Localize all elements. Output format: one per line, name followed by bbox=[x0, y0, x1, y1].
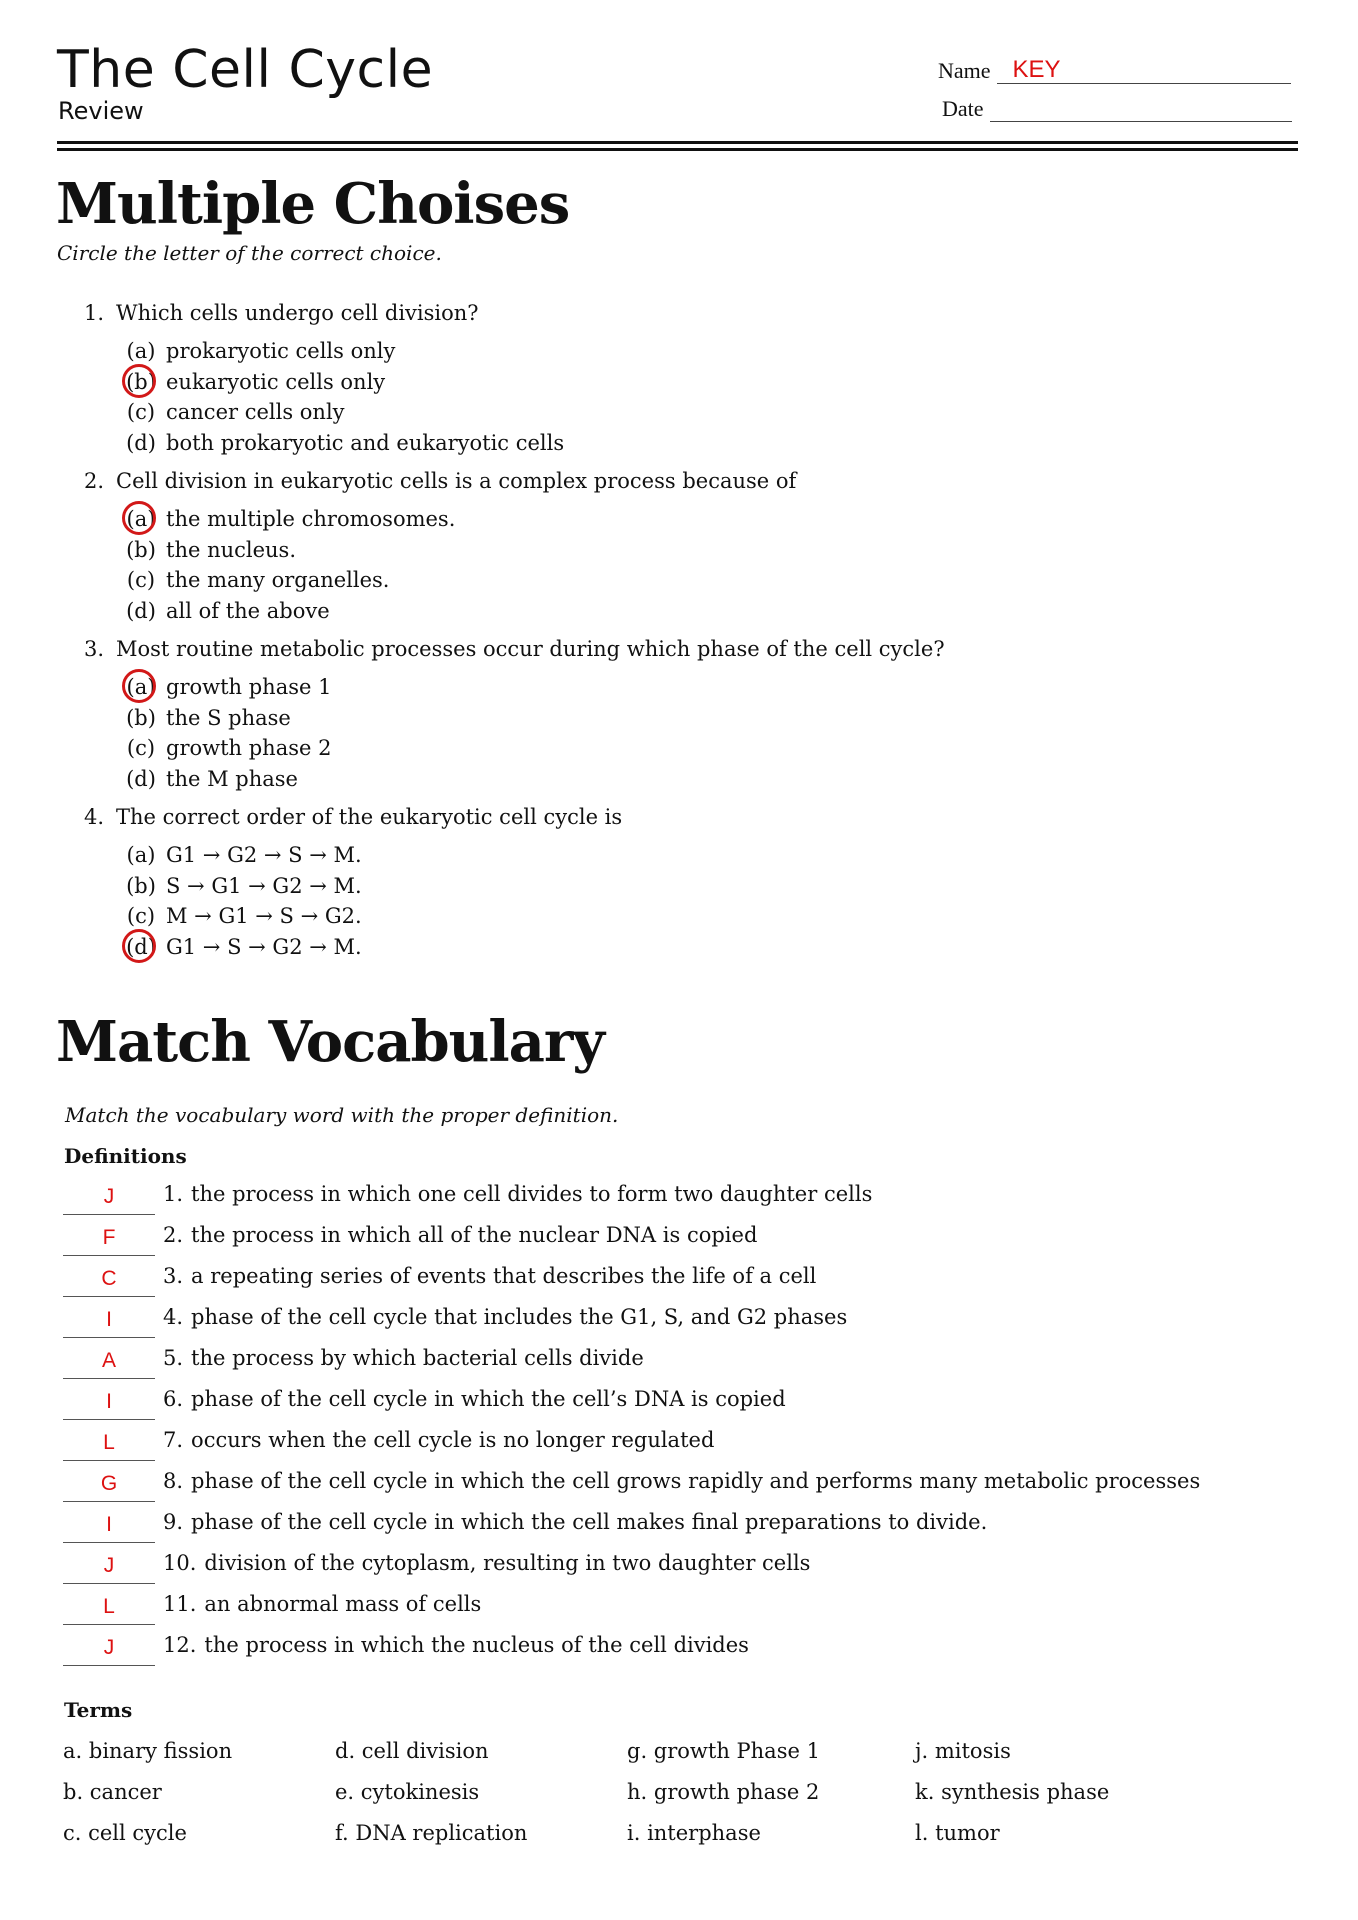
definition-row: L 11. an abnormal mass of cells bbox=[63, 1584, 1313, 1625]
term: i. interphase bbox=[627, 1821, 761, 1845]
name-field: Name KEY bbox=[938, 57, 1291, 84]
worksheet-title: The Cell Cycle bbox=[57, 40, 434, 100]
option-b[interactable]: (b) the nucleus. bbox=[122, 535, 1234, 566]
option-b[interactable]: (b) eukaryotic cells only bbox=[122, 363, 1234, 397]
date-input[interactable] bbox=[989, 99, 1292, 122]
answer-blank[interactable]: G bbox=[63, 1469, 155, 1502]
term: f. DNA replication bbox=[335, 1821, 528, 1845]
definitions-label: Definitions bbox=[64, 1144, 187, 1168]
question-text: 2. Cell division in eukaryotic cells is a… bbox=[84, 469, 797, 493]
option-d[interactable]: (d) both prokaryotic and eukaryotic cells bbox=[122, 428, 1234, 459]
question-3: 3. Most routine metabolic processes occur… bbox=[84, 634, 1234, 794]
definition-row: I 9. phase of the cell cycle in which the … bbox=[63, 1502, 1313, 1543]
term: e. cytokinesis bbox=[335, 1780, 480, 1804]
question-1: 1. Which cells undergo cell division? (a)… bbox=[84, 298, 1234, 458]
definition-row: C 3. a repeating series of events that des… bbox=[63, 1256, 1313, 1297]
answer-blank[interactable]: I bbox=[63, 1387, 155, 1420]
option-a[interactable]: (a) growth phase 1 bbox=[122, 669, 1234, 703]
definition-row: J 10. division of the cytoplasm, resulting… bbox=[63, 1543, 1313, 1584]
definition-row: I 6. phase of the cell cycle in which the … bbox=[63, 1379, 1313, 1420]
question-text: 3. Most routine metabolic processes occur… bbox=[84, 637, 945, 661]
definition-row: G 8. phase of the cell cycle in which the … bbox=[63, 1461, 1313, 1502]
option-a[interactable]: (a) the multiple chromosomes. bbox=[122, 501, 1234, 535]
name-label: Name bbox=[938, 58, 991, 83]
answer-blank[interactable]: J bbox=[63, 1182, 155, 1215]
term: k. synthesis phase bbox=[915, 1780, 1110, 1804]
definition-list: J 1. the process in which one cell divides… bbox=[63, 1174, 1313, 1666]
definition-row: A 5. the process by which bacterial cells … bbox=[63, 1338, 1313, 1379]
header-divider-top bbox=[57, 141, 1298, 144]
answer-blank[interactable]: L bbox=[63, 1428, 155, 1461]
question-text: 4. The correct order of the eukaryotic ce… bbox=[84, 805, 623, 829]
answer-blank[interactable]: J bbox=[63, 1633, 155, 1666]
definition-row: J 1. the process in which one cell divides… bbox=[63, 1174, 1313, 1215]
option-d[interactable]: (d) all of the above bbox=[122, 596, 1234, 627]
option-a[interactable]: (a) prokaryotic cells only bbox=[122, 336, 1234, 367]
date-label: Date bbox=[942, 96, 984, 121]
name-input[interactable]: KEY bbox=[996, 57, 1291, 84]
term: a. binary fission bbox=[63, 1739, 233, 1763]
answer-blank[interactable]: C bbox=[63, 1264, 155, 1297]
option-d[interactable]: (d) G1 → S → G2 → M. bbox=[122, 928, 1234, 962]
term: d. cell division bbox=[335, 1739, 489, 1763]
question-text: 1. Which cells undergo cell division? bbox=[84, 301, 479, 325]
question-2: 2. Cell division in eukaryotic cells is a… bbox=[84, 466, 1234, 626]
multiple-choice-heading: Multiple Choises bbox=[56, 171, 570, 237]
date-field: Date bbox=[942, 96, 1292, 122]
option-c[interactable]: (c) M → G1 → S → G2. bbox=[122, 901, 1234, 932]
option-b[interactable]: (b) the S phase bbox=[122, 703, 1234, 734]
option-a[interactable]: (a) G1 → G2 → S → M. bbox=[122, 840, 1234, 871]
term: g. growth Phase 1 bbox=[627, 1739, 820, 1763]
answer-blank[interactable]: A bbox=[63, 1346, 155, 1379]
answer-blank[interactable]: I bbox=[63, 1305, 155, 1338]
definition-row: J 12. the process in which the nucleus of … bbox=[63, 1625, 1313, 1666]
worksheet-subtitle: Review bbox=[58, 97, 144, 125]
question-4: 4. The correct order of the eukaryotic ce… bbox=[84, 802, 1234, 962]
term: j. mitosis bbox=[915, 1739, 1011, 1763]
term: h. growth phase 2 bbox=[627, 1780, 820, 1804]
header-divider-bottom bbox=[57, 148, 1298, 151]
vocabulary-instruction: Match the vocabulary word with the prope… bbox=[65, 1103, 619, 1127]
terms-grid: a. binary fission d. cell division g. gr… bbox=[63, 1735, 1215, 1850]
answer-circle: (d) bbox=[122, 928, 160, 962]
terms-label: Terms bbox=[64, 1698, 133, 1722]
answer-circle: (a) bbox=[122, 669, 160, 703]
answer-blank[interactable]: J bbox=[63, 1551, 155, 1584]
answer-circle: (b) bbox=[122, 363, 160, 397]
answer-blank[interactable]: I bbox=[63, 1510, 155, 1543]
definition-row: F 2. the process in which all of the nucle… bbox=[63, 1215, 1313, 1256]
definition-row: L 7. occurs when the cell cycle is no long… bbox=[63, 1420, 1313, 1461]
answer-blank[interactable]: F bbox=[63, 1223, 155, 1256]
term: b. cancer bbox=[63, 1780, 162, 1804]
option-c[interactable]: (c) cancer cells only bbox=[122, 397, 1234, 428]
option-c[interactable]: (c) growth phase 2 bbox=[122, 733, 1234, 764]
term: l. tumor bbox=[915, 1821, 1000, 1845]
definition-row: I 4. phase of the cell cycle that includes… bbox=[63, 1297, 1313, 1338]
answer-blank[interactable]: L bbox=[63, 1592, 155, 1625]
vocabulary-heading: Match Vocabulary bbox=[56, 1009, 605, 1075]
name-value: KEY bbox=[1012, 56, 1061, 83]
term: c. cell cycle bbox=[63, 1821, 187, 1845]
question-list: 1. Which cells undergo cell division? (a)… bbox=[84, 298, 1234, 962]
multiple-choice-instruction: Circle the letter of the correct choice. bbox=[57, 241, 442, 265]
option-c[interactable]: (c) the many organelles. bbox=[122, 565, 1234, 596]
option-d[interactable]: (d) the M phase bbox=[122, 764, 1234, 795]
option-b[interactable]: (b) S → G1 → G2 → M. bbox=[122, 871, 1234, 902]
answer-circle: (a) bbox=[122, 501, 160, 535]
